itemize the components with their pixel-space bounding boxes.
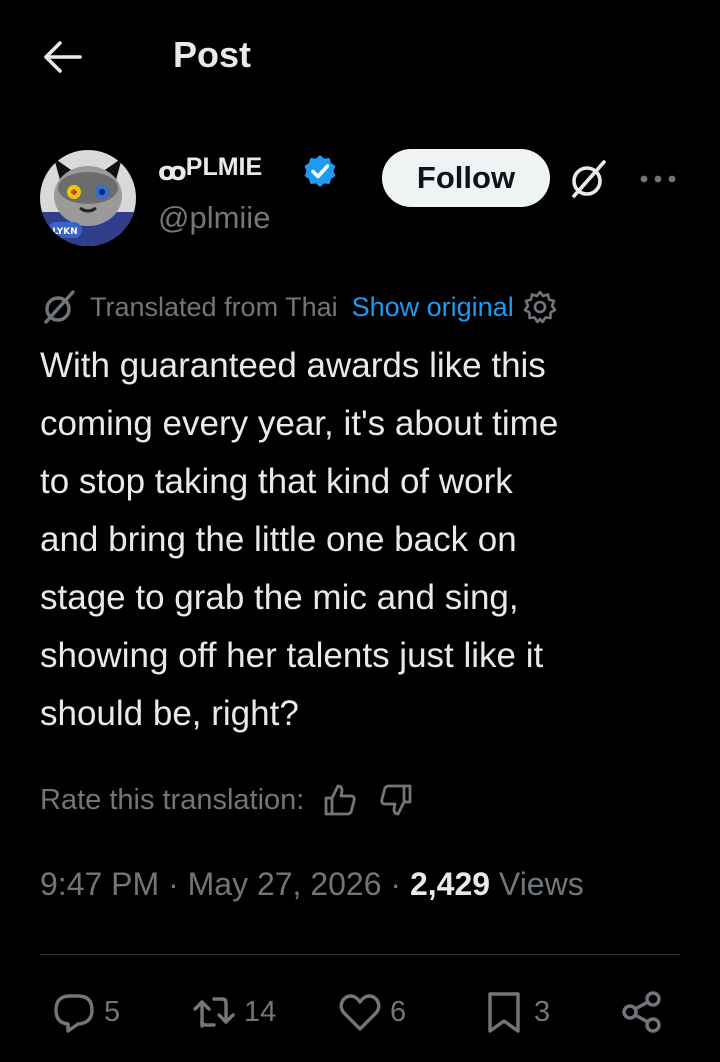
- repost-icon: [190, 988, 238, 1036]
- page-title: Post: [173, 34, 252, 75]
- show-original-link[interactable]: Show original: [352, 292, 514, 323]
- reply-count: 5: [104, 995, 121, 1028]
- thumbs-up-icon[interactable]: [322, 782, 358, 818]
- like-button[interactable]: 6: [336, 986, 406, 1038]
- author-name-row[interactable]: ꝏ PLMIE: [158, 149, 338, 193]
- meta-separator: ·: [381, 866, 410, 902]
- share-button[interactable]: [618, 986, 666, 1038]
- gear-icon[interactable]: [522, 289, 558, 325]
- rate-translation-row: Rate this translation:: [40, 778, 414, 822]
- bookmark-icon: [480, 988, 528, 1036]
- grok-icon[interactable]: [566, 156, 612, 202]
- repost-button[interactable]: 14: [190, 986, 276, 1038]
- follow-button[interactable]: Follow: [382, 149, 550, 207]
- like-count: 6: [390, 995, 407, 1028]
- rate-translation-label: Rate this translation:: [40, 783, 305, 816]
- heart-icon: [336, 988, 384, 1036]
- share-icon: [618, 988, 666, 1036]
- translation-label: Translated from Thai: [90, 291, 338, 322]
- post-time[interactable]: 9:47 PM: [40, 866, 159, 902]
- grok-icon: [40, 287, 80, 327]
- verified-badge-icon: [302, 153, 338, 189]
- display-name-prefix: ꝏ: [158, 155, 187, 186]
- avatar-badge-text: LYKN: [52, 227, 77, 237]
- repost-count: 14: [244, 995, 277, 1028]
- bookmark-count: 3: [534, 995, 551, 1028]
- translation-row: Translated from Thai Show original: [40, 287, 558, 327]
- views-label: Views: [490, 866, 584, 902]
- thumbs-down-icon[interactable]: [378, 782, 414, 818]
- reply-button[interactable]: 5: [50, 986, 120, 1038]
- views-count: 2,429: [409, 866, 491, 902]
- back-arrow-icon[interactable]: [40, 36, 86, 78]
- reply-icon: [50, 988, 98, 1036]
- post-text: With guaranteed awards like this coming …: [40, 346, 559, 733]
- post-meta: 9:47 PM · May 27, 2026 · 2,429 Views: [40, 866, 584, 903]
- post-date[interactable]: May 27, 2026: [188, 866, 382, 902]
- author-handle[interactable]: @plmiie: [158, 200, 270, 236]
- display-name[interactable]: PLMIE: [186, 153, 262, 182]
- bookmark-button[interactable]: 3: [480, 986, 550, 1038]
- more-horizontal-icon[interactable]: [638, 168, 678, 190]
- meta-separator: ·: [159, 866, 188, 902]
- avatar[interactable]: LYKN: [40, 150, 136, 246]
- divider: [40, 954, 680, 955]
